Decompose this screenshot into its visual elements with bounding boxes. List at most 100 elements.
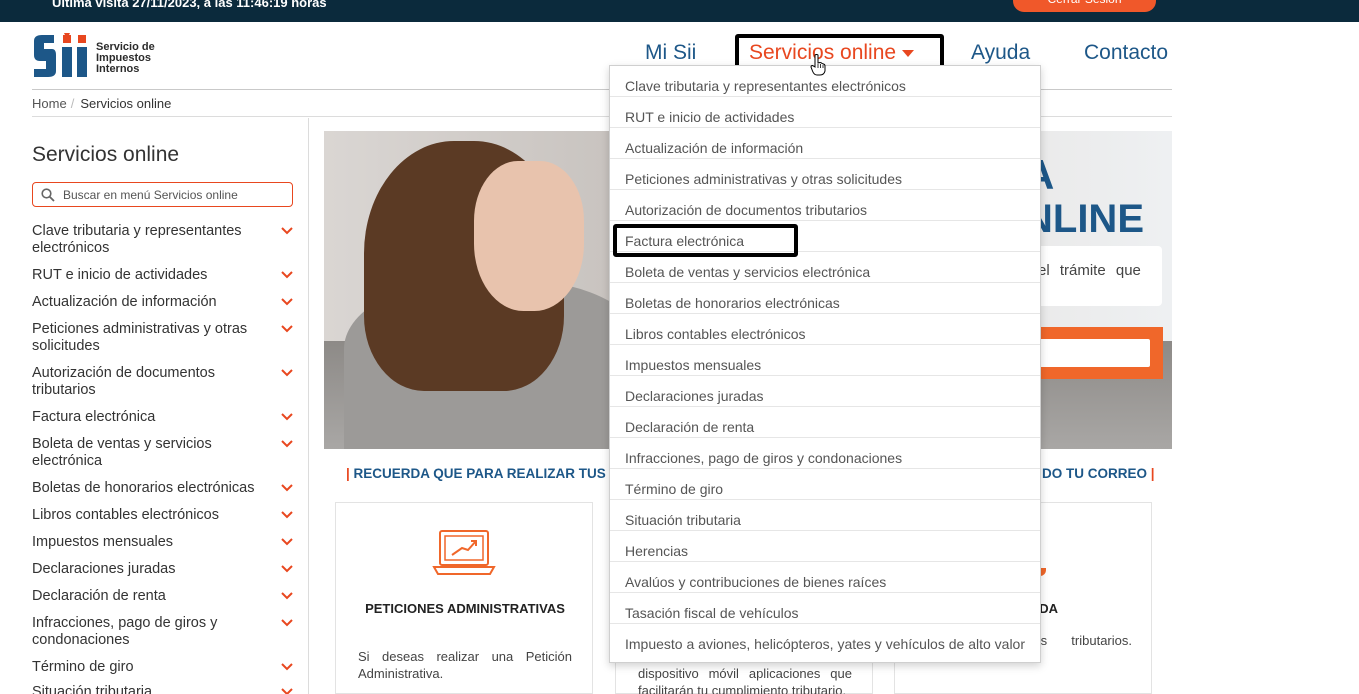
reminder-text-left: | RECUERDA QUE PARA REALIZAR TUS T bbox=[346, 466, 618, 481]
logout-button[interactable]: Cerrar Sesión bbox=[1013, 0, 1156, 12]
sidebar-item-label: Declaraciones juradas bbox=[32, 561, 176, 577]
logo-line-3: Internos bbox=[96, 63, 140, 75]
chevron-down-icon bbox=[281, 688, 293, 694]
dropdown-item-label: Actualización de información bbox=[625, 140, 804, 156]
sidebar-item-peticiones[interactable]: Peticiones administrativas y otras solic… bbox=[32, 321, 302, 355]
hero-text: el trámite que bbox=[1038, 262, 1141, 279]
search-placeholder: Buscar en menú Servicios online bbox=[63, 188, 238, 202]
sii-logo[interactable]: Servicio de Impuestos Internos bbox=[32, 31, 172, 79]
dropdown-item-label: Herencias bbox=[625, 543, 689, 559]
chevron-down-icon bbox=[281, 325, 293, 333]
dropdown-item-libros[interactable]: Libros contables electrónicos bbox=[610, 314, 1040, 345]
sidebar-item-label: Situación tributaria bbox=[32, 684, 153, 694]
dropdown-item-label: Término de giro bbox=[625, 481, 724, 497]
sidebar-item-declaraciones[interactable]: Declaraciones juradas bbox=[32, 561, 302, 578]
sidebar-item-label: Autorización de documentos tributarios bbox=[32, 365, 215, 398]
dropdown-item-termino[interactable]: Término de giro bbox=[610, 469, 1040, 500]
chevron-down-icon bbox=[281, 592, 293, 600]
dropdown-item-label: Impuestos mensuales bbox=[625, 357, 762, 373]
hero-cta-button[interactable] bbox=[1024, 339, 1150, 367]
chevron-down-icon bbox=[281, 298, 293, 306]
chevron-down-icon bbox=[281, 663, 293, 671]
breadcrumb-home[interactable]: Home bbox=[32, 96, 67, 111]
chevron-down-icon bbox=[281, 227, 293, 235]
dropdown-item-actualizacion[interactable]: Actualización de información bbox=[610, 128, 1040, 159]
dropdown-item-peticiones[interactable]: Peticiones administrativas y otras solic… bbox=[610, 159, 1040, 190]
sidebar-item-label: Factura electrónica bbox=[32, 409, 156, 425]
dropdown-item-label: Avalúos y contribuciones de bienes raíce… bbox=[625, 574, 887, 590]
chevron-down-icon bbox=[281, 271, 293, 279]
hero-title-line-2: NLINE bbox=[1024, 197, 1144, 241]
dropdown-item-label: Impuesto a aviones, helicópteros, yates … bbox=[625, 636, 1025, 652]
sidebar-item-boleta[interactable]: Boleta de ventas y servicios electrónica bbox=[32, 436, 302, 470]
sidebar-item-infracciones[interactable]: Infracciones, pago de giros y condonacio… bbox=[32, 615, 302, 649]
dropdown-item-renta[interactable]: Declaración de renta bbox=[610, 407, 1040, 438]
sidebar-item-label: Infracciones, pago de giros y condonacio… bbox=[32, 615, 218, 648]
breadcrumb-current: Servicios online bbox=[80, 96, 172, 111]
sidebar-divider bbox=[308, 118, 309, 694]
sidebar-item-honorarios[interactable]: Boletas de honorarios electrónicas bbox=[32, 480, 302, 497]
annotation-box-factura bbox=[613, 224, 798, 257]
dropdown-item-situacion[interactable]: Situación tributaria bbox=[610, 500, 1040, 531]
sidebar-item-termino[interactable]: Término de giro bbox=[32, 659, 302, 676]
sii-logo-mark bbox=[34, 33, 87, 77]
dropdown-item-honorarios[interactable]: Boletas de honorarios electrónicas bbox=[610, 283, 1040, 314]
dropdown-item-infracciones[interactable]: Infracciones, pago de giros y condonacio… bbox=[610, 438, 1040, 469]
sidebar-item-factura[interactable]: Factura electrónica bbox=[32, 409, 302, 426]
hero-person-face bbox=[474, 161, 584, 311]
sidebar-item-libros[interactable]: Libros contables electrónicos bbox=[32, 507, 302, 524]
sidebar-item-autorizacion[interactable]: Autorización de documentos tributarios bbox=[32, 365, 302, 399]
card-title: PETICIONES ADMINISTRATIVAS bbox=[365, 601, 565, 616]
dropdown-item-label: Boletas de honorarios electrónicas bbox=[625, 295, 840, 311]
dropdown-item-herencias[interactable]: Herencias bbox=[610, 531, 1040, 562]
sidebar-item-label: Boletas de honorarios electrónicas bbox=[32, 480, 255, 496]
sidebar-item-label: Término de giro bbox=[32, 659, 134, 675]
sidebar-item-rut[interactable]: RUT e inicio de actividades bbox=[32, 267, 302, 284]
dropdown-item-rut[interactable]: RUT e inicio de actividades bbox=[610, 97, 1040, 128]
logo-text: Servicio de Impuestos Internos bbox=[96, 42, 176, 75]
chevron-down-icon bbox=[281, 484, 293, 492]
sidebar-search-input[interactable]: Buscar en menú Servicios online bbox=[32, 182, 293, 207]
sidebar-item-label: Declaración de renta bbox=[32, 588, 166, 604]
dropdown-item-label: Declaraciones juradas bbox=[625, 388, 764, 404]
nav-contacto[interactable]: Contacto bbox=[1084, 41, 1168, 65]
reminder-right-label: DO TU CORREO bbox=[1042, 466, 1148, 481]
sidebar-item-label: Clave tributaria y representantes electr… bbox=[32, 223, 242, 256]
sidebar-title: Servicios online bbox=[32, 143, 180, 166]
chevron-down-icon bbox=[281, 565, 293, 573]
chevron-down-icon bbox=[281, 619, 293, 627]
nav-ayuda[interactable]: Ayuda bbox=[971, 41, 1030, 65]
dropdown-item-avaluos[interactable]: Avalúos y contribuciones de bienes raíce… bbox=[610, 562, 1040, 593]
card-text: Si deseas realizar una Petición Administ… bbox=[358, 649, 572, 681]
chevron-down-icon bbox=[281, 538, 293, 546]
dropdown-item-label: Boleta de ventas y servicios electrónica bbox=[625, 264, 871, 280]
sidebar-item-actualizacion[interactable]: Actualización de información bbox=[32, 294, 302, 311]
dropdown-item-impuesto-aviones[interactable]: Impuesto a aviones, helicópteros, yates … bbox=[610, 624, 1040, 655]
dropdown-item-declaraciones[interactable]: Declaraciones juradas bbox=[610, 376, 1040, 407]
last-visit-text: Ultima visita 27/11/2023, a las 11:46:19… bbox=[52, 0, 327, 10]
sidebar-item-label: Impuestos mensuales bbox=[32, 534, 174, 550]
card-text: dispositivo móvil aplicaciones que facil… bbox=[638, 666, 852, 694]
laptop-chart-icon bbox=[432, 530, 496, 575]
sidebar-item-label: Libros contables electrónicos bbox=[32, 507, 219, 523]
sidebar-item-impuestos[interactable]: Impuestos mensuales bbox=[32, 534, 302, 551]
dropdown-item-label: Declaración de renta bbox=[625, 419, 755, 435]
sidebar-item-clave-tributaria[interactable]: Clave tributaria y representantes electr… bbox=[32, 223, 302, 257]
sidebar-item-renta[interactable]: Declaración de renta bbox=[32, 588, 302, 605]
card-peticiones[interactable]: PETICIONES ADMINISTRATIVAS Si deseas rea… bbox=[335, 502, 593, 694]
dropdown-item-label: Tasación fiscal de vehículos bbox=[625, 605, 799, 621]
dropdown-item-autorizacion[interactable]: Autorización de documentos tributarios bbox=[610, 190, 1040, 221]
sidebar-item-label: RUT e inicio de actividades bbox=[32, 267, 208, 283]
dropdown-item-impuestos[interactable]: Impuestos mensuales bbox=[610, 345, 1040, 376]
reminder-bar: | bbox=[1150, 466, 1155, 481]
nav-mi-sii[interactable]: Mi Sii bbox=[645, 41, 696, 65]
sidebar-item-situacion[interactable]: Situación tributaria bbox=[32, 684, 302, 694]
breadcrumb: Home / Servicios online bbox=[32, 96, 171, 111]
breadcrumb-separator: / bbox=[70, 96, 75, 111]
chevron-down-icon bbox=[281, 440, 293, 448]
sidebar: Servicios online Buscar en menú Servicio… bbox=[32, 118, 308, 694]
dropdown-item-label: Situación tributaria bbox=[625, 512, 741, 528]
dropdown-item-tasacion[interactable]: Tasación fiscal de vehículos bbox=[610, 593, 1040, 624]
dropdown-item-label: RUT e inicio de actividades bbox=[625, 109, 795, 125]
dropdown-item-label: Libros contables electrónicos bbox=[625, 326, 806, 342]
